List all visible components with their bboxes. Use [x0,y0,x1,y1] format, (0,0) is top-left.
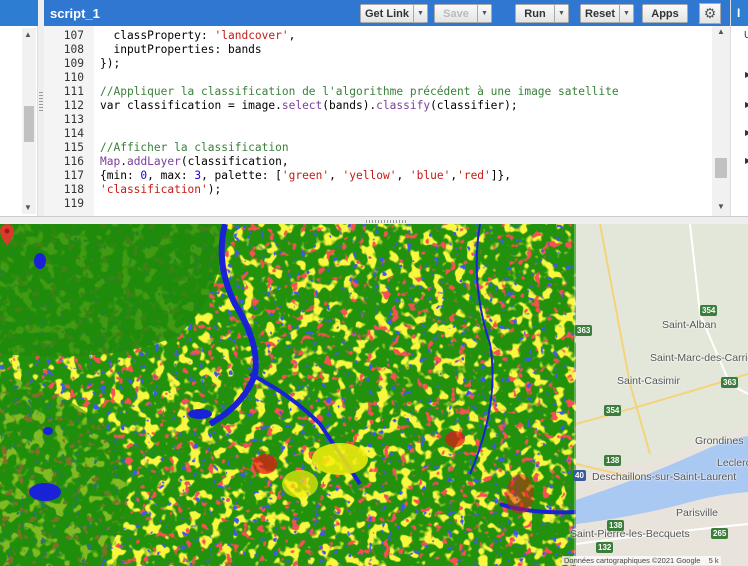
left-panel-header [0,0,38,26]
map-place-label: Saint-Pierre-les-Becquets [570,528,690,540]
scroll-down-icon[interactable]: ▼ [717,202,725,211]
route-shield: 363 [721,377,739,388]
settings-gear-icon[interactable]: ⚙ [699,3,721,24]
apps-button[interactable]: Apps [642,4,688,23]
scroll-up-icon[interactable]: ▲ [24,30,32,39]
code-line[interactable]: {min: 0, max: 3, palette: ['green', 'yel… [100,169,511,183]
code-line[interactable]: }); [100,57,120,71]
line-number: 112 [63,99,84,112]
code-line[interactable]: Map.addLayer(classification, [100,155,289,169]
map-attribution: Données cartographiques ©2021 Google 5 k [562,556,721,565]
reset-dropdown-icon[interactable]: ▼ [620,4,634,23]
code-line[interactable]: 'classification'); [100,183,221,197]
reset-button[interactable]: Reset [580,4,620,23]
editor-scroll-thumb[interactable] [715,158,727,178]
route-shield: 363 [575,325,593,336]
left-panel-scroll-thumb[interactable] [24,106,34,142]
editor-scrollbar[interactable]: ▲ ▼ [712,26,730,216]
map-place-label: Saint-Marc-des-Carrières [650,352,748,364]
line-number: 117 [63,169,84,182]
scroll-down-icon[interactable]: ▼ [24,203,32,212]
route-shield: 138 [604,455,622,466]
line-number: 111 [63,85,84,98]
line-number: 115 [63,141,84,154]
map-canvas [0,224,748,566]
line-number: 110 [63,71,84,84]
editor-toolbar: script_1 Get Link ▼ Save ▼ Run ▼ Reset ▼… [44,0,730,26]
map-pin-icon[interactable] [0,224,14,246]
code-line[interactable]: var classification = image.select(bands)… [100,99,518,113]
map-scale: 5 k [708,556,719,565]
run-button[interactable]: Run [515,4,555,23]
line-number: 109 [63,57,84,70]
map-place-label: Grondines [695,435,744,447]
script-tab-title[interactable]: script_1 [50,6,100,21]
line-number: 118 [63,183,84,196]
code-line[interactable]: //Appliquer la classification de l'algor… [100,85,619,99]
route-shield: 265 [711,528,729,539]
run-dropdown-icon[interactable]: ▼ [555,4,569,23]
save-button[interactable]: Save [434,4,478,23]
get-link-dropdown-icon[interactable]: ▼ [414,4,428,23]
code-area[interactable]: classProperty: 'landcover', inputPropert… [100,26,712,216]
right-panel: I U ▶ ▶ ▶ ▶ [730,0,748,216]
code-line[interactable]: inputProperties: bands [100,43,261,57]
get-link-button[interactable]: Get Link [360,4,414,23]
map-resize-handle[interactable] [0,216,748,224]
right-panel-header: I [731,0,748,26]
code-editor-panel: script_1 Get Link ▼ Save ▼ Run ▼ Reset ▼… [44,0,730,216]
route-shield: 132 [596,542,614,553]
line-number: 119 [63,197,84,210]
save-dropdown-icon[interactable]: ▼ [478,4,492,23]
line-number: 113 [63,113,84,126]
right-panel-tab-label[interactable]: I [737,6,740,20]
route-shield: 40 [573,470,586,481]
route-shield: 354 [700,305,718,316]
line-number: 116 [63,155,84,168]
code-line[interactable]: classProperty: 'landcover', [100,29,295,43]
right-panel-text: U [744,30,748,41]
attribution-text: Données cartographiques ©2021 Google [564,556,701,565]
map-place-label: Saint-Alban [662,319,717,331]
map-place-label: Deschaillons-sur-Saint-Laurent [592,471,737,483]
line-number: 108 [63,43,84,56]
line-number-gutter: 107 108 109 110 111 112 113 114 115 116 117 118 119 [44,26,94,216]
map-place-label: Saint-Casimir [617,375,681,387]
code-line[interactable]: //Afficher la classification [100,141,289,155]
line-number: 114 [63,127,84,140]
map-place-label: Leclercville [717,457,748,469]
line-number: 107 [63,29,84,42]
route-shield: 354 [604,405,622,416]
left-panel: ▲ ▼ [0,0,38,216]
map-view[interactable]: Saint-Alban Saint-Marc-des-Carrières Sai… [0,224,748,566]
route-shield: 138 [607,520,625,531]
scroll-up-icon[interactable]: ▲ [717,27,725,36]
map-place-label: Parisville [676,507,719,519]
